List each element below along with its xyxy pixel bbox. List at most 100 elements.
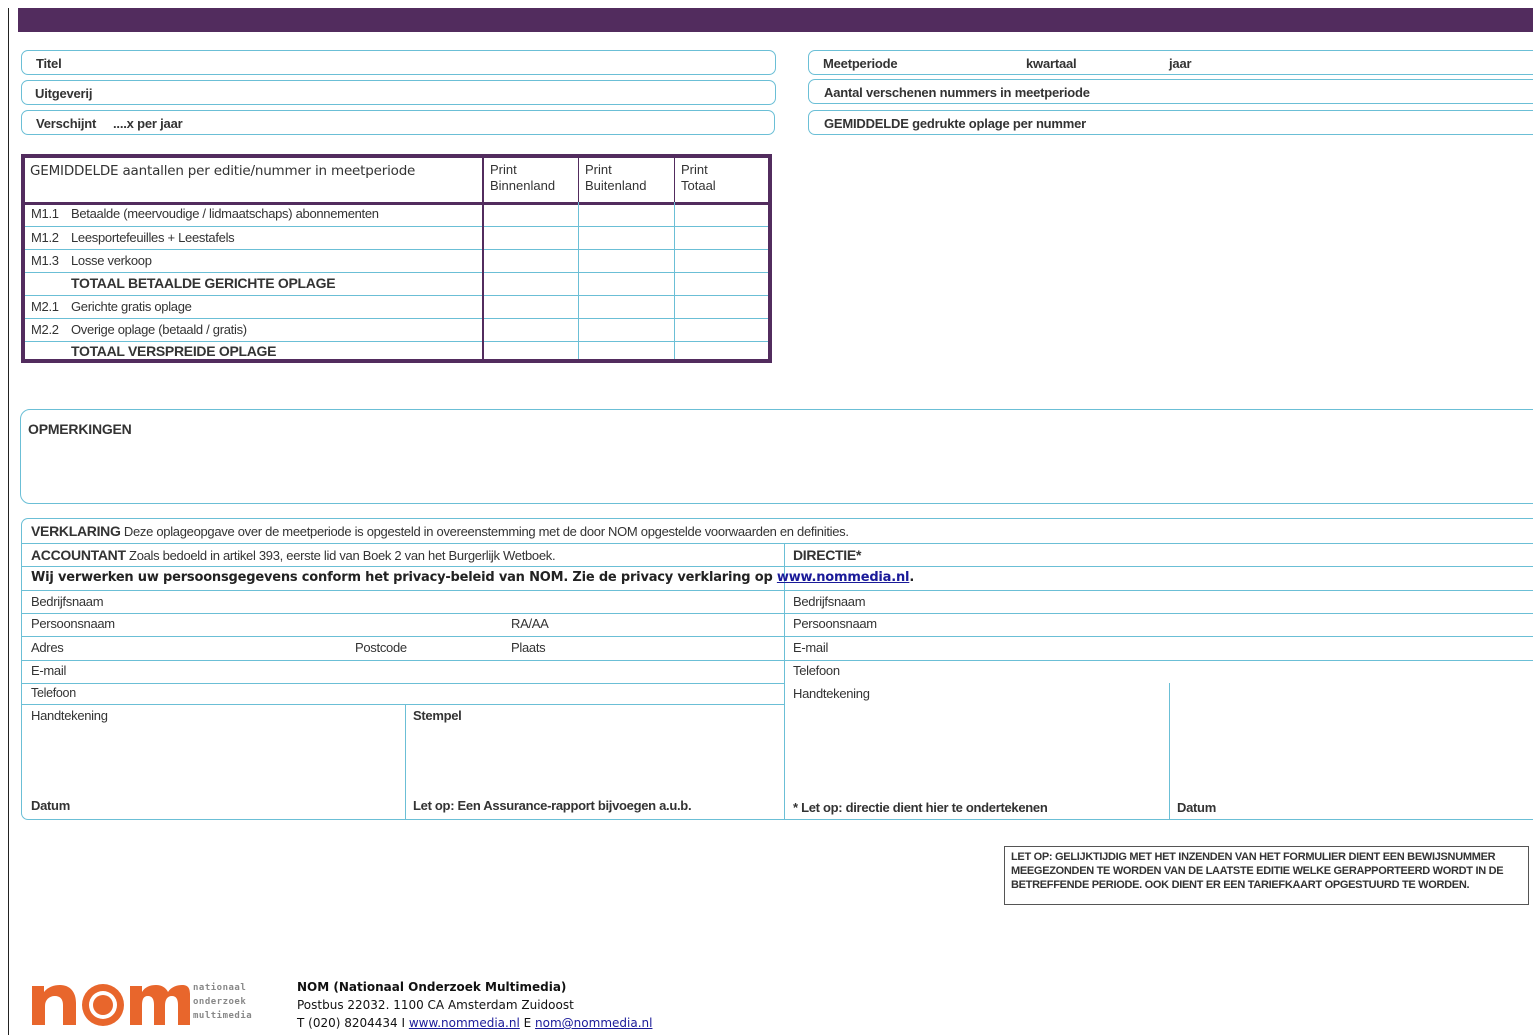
row-code: M2.1 bbox=[31, 299, 59, 314]
privacy-notice: Wij verwerken uw persoonsgegevens confor… bbox=[31, 570, 914, 585]
accountant-datum[interactable]: Datum bbox=[31, 798, 70, 813]
col-binnenland-line2: Binnenland bbox=[490, 178, 556, 193]
jaar-label: jaar bbox=[1169, 56, 1192, 71]
verklaring-text: Deze oplageopgave over de meetperiode is… bbox=[123, 524, 849, 539]
logo-letter-o-dot bbox=[93, 995, 113, 1015]
table-row[interactable]: M2.1 Gerichte gratis oplage bbox=[25, 295, 768, 318]
row-code: M1.2 bbox=[31, 230, 59, 245]
org-name: NOM (Nationaal Onderzoek Multimedia) bbox=[297, 980, 567, 994]
accountant-title: ACCOUNTANT bbox=[31, 547, 126, 563]
table-row[interactable]: M1.3 Losse verkoop bbox=[25, 249, 768, 272]
accountant-raaa[interactable]: RA/AA bbox=[511, 616, 549, 631]
col-binnenland: Print Binnenland bbox=[482, 158, 578, 202]
assurance-note: Let op: Een Assurance-rapport bijvoegen … bbox=[413, 798, 692, 813]
row-code: M1.3 bbox=[31, 253, 59, 268]
table-heading: GEMIDDELDE aantallen per editie/nummer i… bbox=[30, 163, 416, 179]
decl-line bbox=[22, 566, 1533, 567]
logo-letter-n bbox=[32, 985, 76, 1025]
email-prefix: E bbox=[523, 1016, 532, 1030]
oplage-table: GEMIDDELDE aantallen per editie/nummer i… bbox=[21, 154, 772, 363]
directie-email[interactable]: E-mail bbox=[793, 640, 828, 655]
directie-handtekening[interactable]: Handtekening bbox=[793, 686, 870, 701]
aantal-nummers-label: Aantal verschenen nummers in meetperiode bbox=[824, 85, 1090, 100]
accountant-postcode[interactable]: Postcode bbox=[355, 640, 407, 655]
table-row-total[interactable]: TOTAAL VERSPREIDE OPLAGE bbox=[25, 341, 768, 359]
header-bar bbox=[18, 8, 1533, 32]
footer-contact: NOM (Nationaal Onderzoek Multimedia) Pos… bbox=[297, 978, 652, 1032]
logo-line2: onderzoek bbox=[193, 997, 247, 1007]
page-frame-left bbox=[8, 8, 9, 1035]
privacy-link[interactable]: www.nommedia.nl bbox=[777, 570, 910, 585]
verklaring-title: VERKLARING bbox=[31, 523, 121, 539]
row-code: M2.2 bbox=[31, 322, 59, 337]
accountant-persoonsnaam[interactable]: Persoonsnaam bbox=[31, 616, 115, 631]
uitgeverij-label: Uitgeverij bbox=[35, 86, 93, 101]
titel-label: Titel bbox=[36, 56, 62, 71]
table-row[interactable]: M2.2 Overige oplage (betaald / gratis) bbox=[25, 318, 768, 341]
decl-line bbox=[22, 613, 1533, 614]
table-header: GEMIDDELDE aantallen per editie/nummer i… bbox=[25, 158, 768, 205]
row-label: Betaalde (meervoudige / lidmaatschaps) a… bbox=[71, 206, 379, 221]
stempel-label[interactable]: Stempel bbox=[413, 708, 462, 723]
accountant-bedrijfsnaam[interactable]: Bedrijfsnaam bbox=[31, 594, 104, 609]
gedrukte-oplage-field[interactable]: GEMIDDELDE gedrukte oplage per nummer bbox=[808, 110, 1533, 135]
logo-letter-m bbox=[130, 985, 190, 1025]
accountant-telefoon[interactable]: Telefoon bbox=[31, 686, 76, 700]
accountant-handtekening[interactable]: Handtekening bbox=[31, 708, 108, 723]
col-buitenland-line2: Buitenland bbox=[585, 178, 647, 193]
table-row[interactable]: M1.2 Leesportefeuilles + Leestafels bbox=[25, 226, 768, 249]
table-row[interactable]: M1.1 Betaalde (meervoudige / lidmaatscha… bbox=[25, 203, 768, 226]
opmerkingen-field[interactable]: OPMERKINGEN bbox=[20, 409, 1533, 504]
total-verspreide-label: TOTAAL VERSPREIDE OPLAGE bbox=[71, 343, 277, 359]
verschijnt-field[interactable]: Verschijnt ....x per jaar bbox=[21, 110, 775, 135]
email-link[interactable]: nom@nommedia.nl bbox=[535, 1016, 652, 1030]
accountant-email[interactable]: E-mail bbox=[31, 663, 66, 678]
gedrukte-oplage-label: GEMIDDELDE gedrukte oplage per nummer bbox=[824, 116, 1087, 131]
meetperiode-field[interactable]: Meetperiode kwartaal jaar bbox=[808, 50, 1533, 75]
decl-divider bbox=[1169, 683, 1170, 820]
directie-persoonsnaam[interactable]: Persoonsnaam bbox=[793, 616, 877, 631]
accountant-plaats[interactable]: Plaats bbox=[511, 640, 546, 655]
privacy-end: . bbox=[909, 570, 915, 585]
logo-line1: nationaal bbox=[193, 983, 247, 993]
decl-line bbox=[22, 543, 1533, 544]
kwartaal-label: kwartaal bbox=[1026, 56, 1077, 71]
accountant-adres[interactable]: Adres bbox=[31, 640, 64, 655]
col-buitenland-line1: Print bbox=[585, 162, 612, 177]
directie-bedrijfsnaam[interactable]: Bedrijfsnaam bbox=[793, 594, 866, 609]
contact-line: T (020) 8204434 I www.nommedia.nl E nom@… bbox=[297, 1014, 652, 1032]
col-buitenland: Print Buitenland bbox=[578, 158, 674, 202]
meetperiode-label: Meetperiode bbox=[823, 56, 898, 71]
accountant-text: Zoals bedoeld in artikel 393, eerste lid… bbox=[129, 548, 556, 563]
declaration-block: VERKLARING Deze oplageopgave over de mee… bbox=[21, 518, 1533, 820]
decl-divider bbox=[405, 704, 406, 820]
row-label: Overige oplage (betaald / gratis) bbox=[71, 322, 247, 337]
row-code: M1.1 bbox=[31, 206, 59, 221]
org-address: Postbus 22032. 1100 CA Amsterdam Zuidoos… bbox=[297, 998, 574, 1012]
aantal-nummers-field[interactable]: Aantal verschenen nummers in meetperiode bbox=[808, 79, 1533, 104]
col-totaal: Print Totaal bbox=[674, 158, 768, 202]
col-totaal-line1: Print bbox=[681, 162, 708, 177]
row-label: Gerichte gratis oplage bbox=[71, 299, 192, 314]
decl-line bbox=[22, 660, 1533, 661]
verschijnt-label: Verschijnt bbox=[36, 116, 97, 131]
verschijnt-hint: ....x per jaar bbox=[113, 116, 183, 131]
col-binnenland-line1: Print bbox=[490, 162, 517, 177]
directie-title: DIRECTIE* bbox=[793, 547, 862, 563]
verklaring-row: VERKLARING Deze oplageopgave over de mee… bbox=[31, 523, 849, 539]
col-divider bbox=[674, 202, 675, 359]
col-divider bbox=[482, 202, 484, 359]
website-link[interactable]: www.nommedia.nl bbox=[409, 1016, 520, 1030]
table-row-total[interactable]: TOTAAL BETAALDE GERICHTE OPLAGE bbox=[25, 272, 768, 295]
titel-field[interactable]: Titel bbox=[21, 50, 776, 75]
row-label: Losse verkoop bbox=[71, 253, 152, 268]
opmerkingen-label: OPMERKINGEN bbox=[28, 421, 132, 437]
privacy-text: Wij verwerken uw persoonsgegevens confor… bbox=[31, 570, 773, 585]
phone: T (020) 8204434 I bbox=[297, 1016, 406, 1030]
decl-line bbox=[22, 683, 784, 684]
directie-datum[interactable]: Datum bbox=[1177, 800, 1216, 815]
row-label: Leesportefeuilles + Leestafels bbox=[71, 230, 235, 245]
directie-telefoon[interactable]: Telefoon bbox=[793, 663, 840, 678]
uitgeverij-field[interactable]: Uitgeverij bbox=[21, 80, 776, 105]
decl-line bbox=[22, 704, 784, 705]
